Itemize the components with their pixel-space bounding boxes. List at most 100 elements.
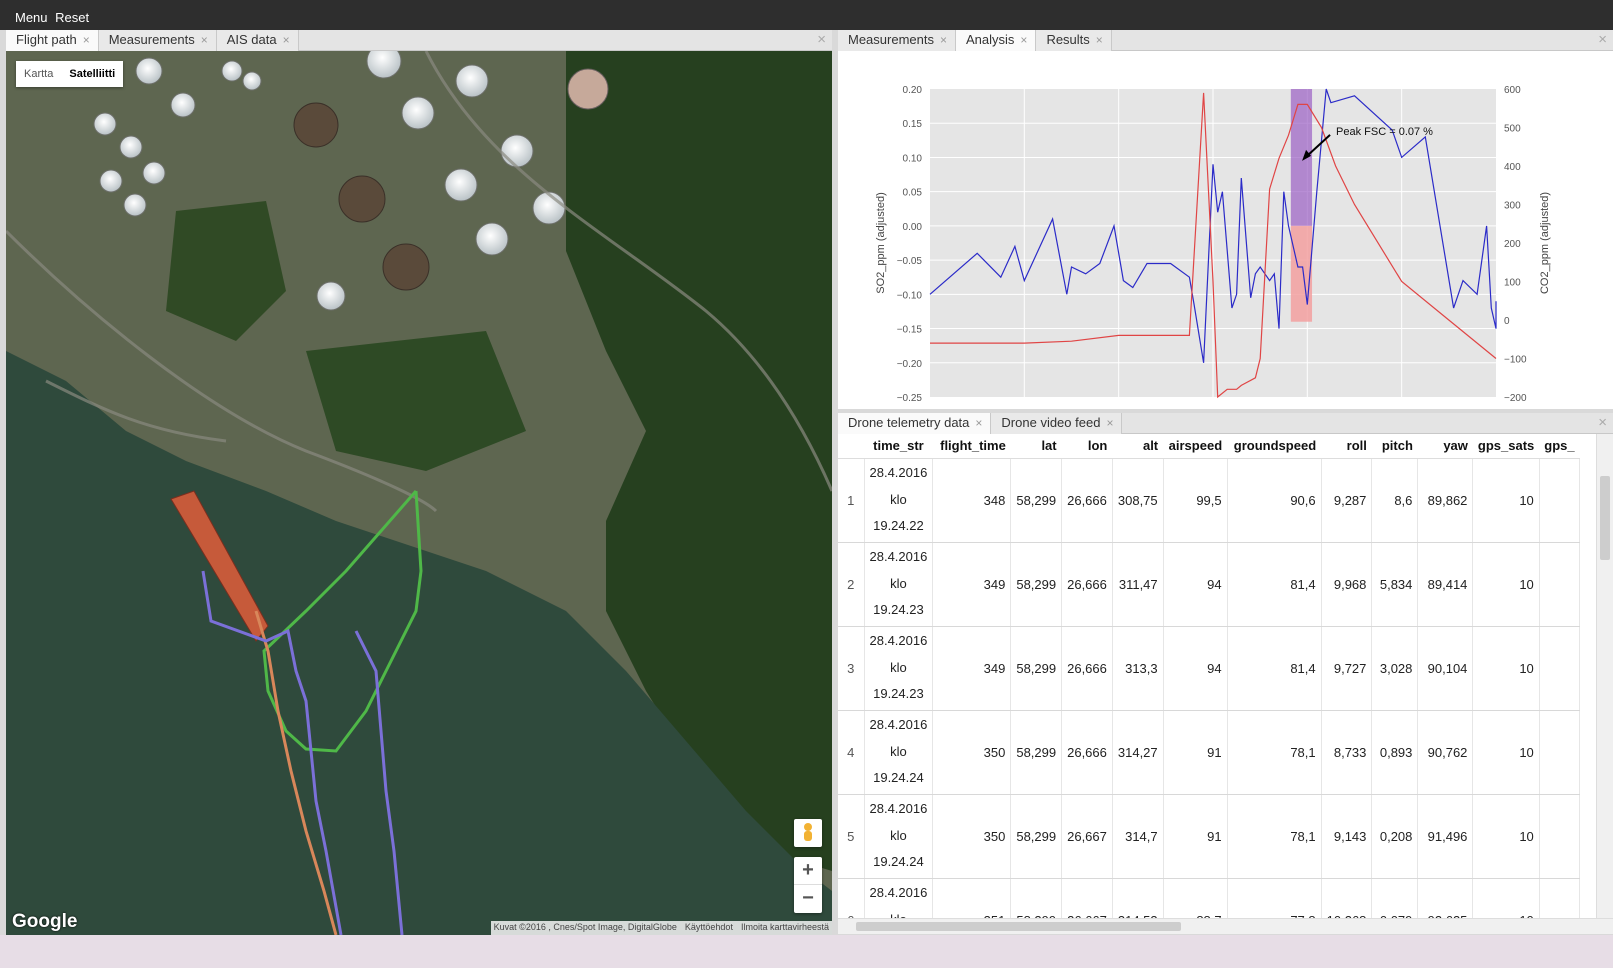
cell-lon: 26,667 [1061,794,1113,879]
map-type-satelliitti[interactable]: Satelliitti [61,61,123,87]
vertical-scrollbar[interactable] [1596,434,1613,934]
time-str-date: 28.4.2016 [869,801,928,817]
column-header-flight-time[interactable]: flight_time [932,434,1011,459]
cell-gps-sats: 10 [1472,794,1540,879]
zoom-out-button[interactable]: − [794,885,822,913]
column-header-airspeed[interactable]: airspeed [1163,434,1228,459]
y2-tick-label: −100 [1504,355,1527,366]
tab-label: Drone telemetry data [848,415,970,430]
column-header-alt[interactable]: alt [1112,434,1164,459]
close-icon[interactable]: × [975,416,982,430]
horizontal-scrollbar-thumb[interactable] [856,922,1181,931]
attribution-terms-link[interactable]: Käyttöehdot [685,922,733,935]
y2-tick-label: 400 [1504,162,1521,173]
attribution-report-link[interactable]: Ilmoita karttavirheestä [741,922,829,935]
close-icon[interactable]: × [201,33,208,47]
column-header-lon[interactable]: lon [1061,434,1113,459]
cell-flight-time: 349 [932,542,1012,627]
zoom-in-button[interactable]: + [794,857,822,885]
time-str-klo: klo [890,491,907,507]
cell-airspeed: 91 [1163,710,1228,795]
time-str-date: 28.4.2016 [869,717,928,733]
cell-lon: 26,666 [1061,626,1113,711]
cell-time-str: 28.4.2016 klo 19.24.23 [864,626,934,711]
close-icon[interactable]: × [283,33,290,47]
y-tick-label: 0.00 [903,222,923,233]
tab-ais-data[interactable]: AIS data × [216,30,299,51]
close-icon[interactable]: × [1598,414,1607,431]
vertical-scrollbar-thumb[interactable] [1600,476,1610,560]
column-header-gps[interactable]: gps_ [1539,434,1580,459]
cell-yaw: 89,414 [1417,542,1474,627]
cell-roll: 9,727 [1321,626,1373,711]
cell-time-str: 28.4.2016 klo 19.24.24 [864,794,934,879]
cell-roll: 9,287 [1321,458,1373,543]
tab-flight-path[interactable]: Flight path × [6,30,99,51]
telemetry-table-pane: time_str flight_time lat lon alt airspee… [838,434,1613,934]
cell-alt: 314,27 [1112,710,1164,795]
y-tick-label: −0.20 [897,359,923,370]
column-header-gps-sats[interactable]: gps_sats [1472,434,1540,459]
column-header-groundspeed[interactable]: groundspeed [1227,434,1322,459]
y2-tick-label: 100 [1504,278,1521,289]
cell-yaw: 91,496 [1417,794,1474,879]
cell-gps [1539,710,1581,795]
row-index: 2 [838,542,865,627]
column-header-roll[interactable]: roll [1321,434,1372,459]
menu-item-menu[interactable]: Menu [15,10,48,25]
column-header-lat[interactable]: lat [1010,434,1062,459]
column-header-time-str[interactable]: time_str [864,434,933,459]
cell-lat: 58,299 [1010,458,1063,543]
close-icon[interactable]: × [1106,416,1113,430]
tab-measurements-right[interactable]: Measurements × [838,30,956,51]
horizontal-scrollbar[interactable] [838,918,1613,934]
tab-measurements[interactable]: Measurements × [98,30,217,51]
time-str-date: 28.4.2016 [869,549,928,565]
cell-gps [1539,542,1581,627]
zoom-control: + − [794,857,822,913]
time-str-time: 19.24.23 [873,602,924,618]
menu-item-reset[interactable]: Reset [55,10,89,25]
cell-alt: 314,7 [1112,794,1164,879]
close-icon[interactable]: × [1020,33,1027,47]
cell-roll: 9,968 [1321,542,1373,627]
table-row[interactable]: 5 28.4.2016 klo 19.24.24 350 58,299 26,667 314,… [838,794,1581,879]
y-tick-label: 0.10 [903,153,923,164]
close-icon[interactable]: × [817,31,826,48]
column-header-index[interactable] [838,434,864,459]
tab-results[interactable]: Results × [1036,30,1112,51]
tab-analysis[interactable]: Analysis × [956,30,1037,51]
close-icon[interactable]: × [940,33,947,47]
cell-airspeed: 99,5 [1163,458,1228,543]
telemetry-table-body: 1 28.4.2016 klo 19.24.22 348 58,299 26,666 308,… [838,458,1581,934]
bottom-bar [0,935,1613,968]
map-attribution: Kuvat ©2016 , Cnes/Spot Image, DigitalGl… [490,921,832,935]
map-type-kartta[interactable]: Kartta [16,61,61,87]
cell-airspeed: 94 [1163,626,1228,711]
telemetry-table: time_str flight_time lat lon alt airspee… [838,434,1581,934]
cell-gps-sats: 10 [1472,626,1540,711]
tab-drone-telemetry[interactable]: Drone telemetry data × [838,413,992,434]
y-tick-label: −0.10 [897,290,923,301]
cell-groundspeed: 90,6 [1227,458,1322,543]
column-header-yaw[interactable]: yaw [1417,434,1473,459]
table-row[interactable]: 4 28.4.2016 klo 19.24.24 350 58,299 26,666 314,… [838,710,1581,795]
cell-pitch: 3,028 [1371,626,1419,711]
table-row[interactable]: 3 28.4.2016 klo 19.24.23 349 58,299 26,666 313,… [838,626,1581,711]
street-view-pegman-icon[interactable] [794,819,822,847]
map-view[interactable]: Kartta Satelliitti + − Google Kuvat ©201… [6,51,832,935]
y-tick-label: 0.20 [903,85,923,96]
cell-yaw: 89,862 [1417,458,1474,543]
y-tick-label: −0.15 [897,325,923,336]
column-header-pitch[interactable]: pitch [1371,434,1418,459]
close-icon[interactable]: × [1096,33,1103,47]
close-icon[interactable]: × [83,33,90,47]
y-tick-label: −0.25 [897,393,923,404]
table-row[interactable]: 1 28.4.2016 klo 19.24.22 348 58,299 26,666 308,… [838,458,1581,543]
time-str-time: 19.24.24 [873,770,924,786]
cell-airspeed: 94 [1163,542,1228,627]
close-icon[interactable]: × [1598,31,1607,48]
table-row[interactable]: 2 28.4.2016 klo 19.24.23 349 58,299 26,666 311,… [838,542,1581,627]
tab-drone-video[interactable]: Drone video feed × [991,413,1123,434]
cell-gps [1539,458,1581,543]
